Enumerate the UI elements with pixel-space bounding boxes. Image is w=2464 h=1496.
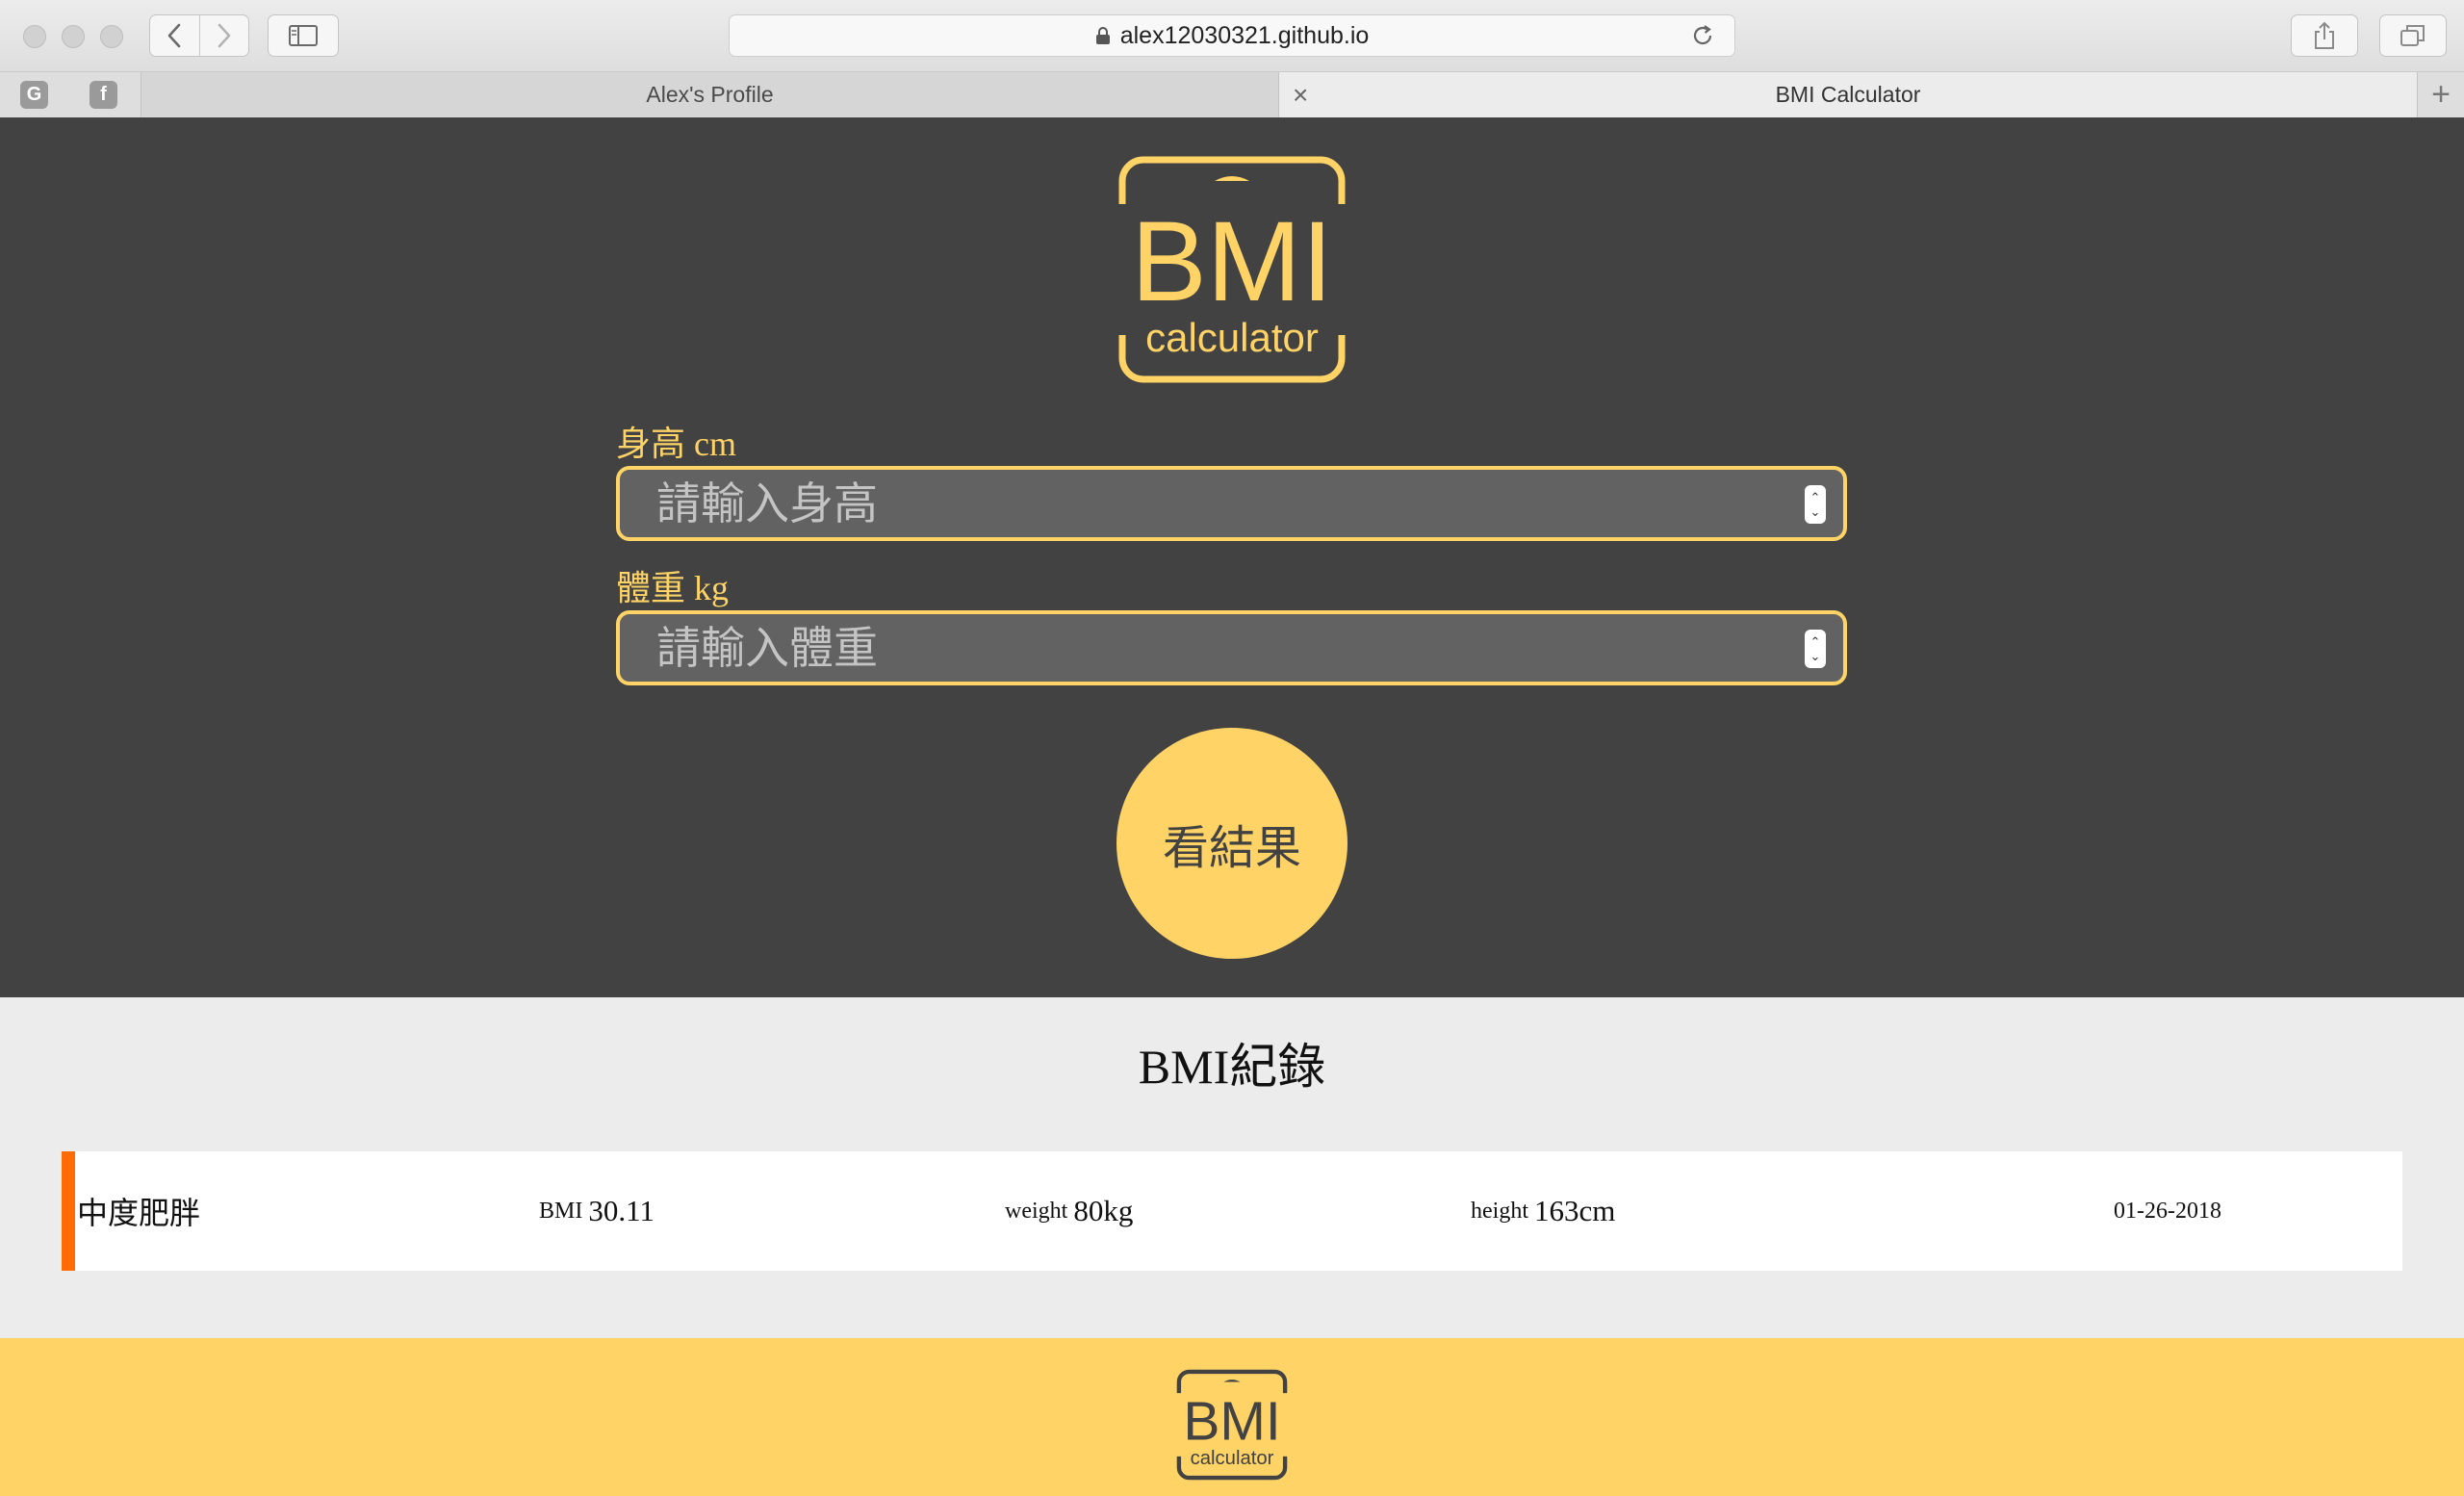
record-weight: weight 80kg xyxy=(1005,1151,1133,1271)
footer-bmi-logo: BMI calculator xyxy=(1176,1369,1288,1481)
chevron-down-icon: ⌄ xyxy=(1810,504,1821,519)
history-nav xyxy=(149,14,249,57)
record-weight-value: 80kg xyxy=(1073,1194,1134,1227)
reload-icon[interactable] xyxy=(1690,23,1715,48)
logo-sub-text: calculator xyxy=(1145,315,1319,360)
url-text: alex12030321.github.io xyxy=(1119,21,1370,49)
see-result-button[interactable]: 看結果 xyxy=(1116,728,1348,959)
close-tab-icon[interactable]: × xyxy=(1293,80,1308,111)
height-input[interactable] xyxy=(620,470,1843,537)
footer: BMI calculator xyxy=(0,1338,2464,1496)
show-tabs-button[interactable] xyxy=(2379,14,2447,57)
tab-alex-profile[interactable]: Alex's Profile xyxy=(141,72,1278,117)
height-label: 身高 cm xyxy=(616,425,736,463)
calculator-section: BMI calculator 身高 cm ⌃⌄ 體重 kg ⌃⌄ 看結果 xyxy=(0,117,2464,997)
logo-main-text: BMI xyxy=(1131,198,1333,325)
address-bar[interactable]: alex12030321.github.io xyxy=(729,14,1735,57)
record-bmi-label: BMI xyxy=(539,1198,583,1224)
record-height: height 163cm xyxy=(1471,1151,1615,1271)
record-height-value: 163cm xyxy=(1534,1194,1616,1227)
new-tab-button[interactable]: + xyxy=(2418,72,2464,117)
browser-chrome: alex12030321.github.io G f Alex's Profil… xyxy=(0,0,2464,118)
height-field: ⌃⌄ xyxy=(616,466,1847,541)
chevron-up-icon: ⌃ xyxy=(1810,634,1821,649)
footer-logo-sub-text: calculator xyxy=(1191,1448,1274,1469)
sidebar-toggle-button[interactable] xyxy=(268,14,339,57)
chevron-left-icon xyxy=(167,23,181,48)
status-color-bar xyxy=(62,1151,75,1271)
record-bmi-value: 30.11 xyxy=(588,1194,654,1227)
chevron-up-icon: ⌃ xyxy=(1810,490,1821,504)
bmi-logo: BMI calculator xyxy=(1116,156,1348,383)
weight-field: ⌃⌄ xyxy=(616,610,1847,685)
chevron-down-icon: ⌄ xyxy=(1810,649,1821,663)
weight-input[interactable] xyxy=(620,614,1843,682)
sidebar-icon xyxy=(289,25,318,46)
tabs-overview-icon xyxy=(2400,25,2425,46)
zoom-window-icon[interactable] xyxy=(100,25,123,48)
footer-logo-main-text: BMI xyxy=(1183,1390,1280,1452)
records-title: BMI紀錄 xyxy=(1138,1040,1326,1094)
record-height-label: height xyxy=(1471,1198,1528,1224)
record-row: 中度肥胖 BMI 30.11 weight 80kg height 163cm … xyxy=(62,1151,2402,1271)
tab-label: Alex's Profile xyxy=(646,82,774,107)
tab-bar: G f Alex's Profile × BMI Calculator + xyxy=(0,72,2464,117)
minimize-window-icon[interactable] xyxy=(62,25,85,48)
record-bmi: BMI 30.11 xyxy=(539,1151,654,1271)
weight-label: 體重 kg xyxy=(616,569,730,607)
back-button[interactable] xyxy=(150,15,199,56)
records-section: BMI紀錄 中度肥胖 BMI 30.11 weight 80kg height … xyxy=(0,997,2464,1338)
close-window-icon[interactable] xyxy=(23,25,46,48)
share-button[interactable] xyxy=(2291,14,2358,57)
tab-bmi-calculator[interactable]: × BMI Calculator xyxy=(1278,72,2418,117)
forward-button[interactable] xyxy=(198,15,249,56)
tab-label: BMI Calculator xyxy=(1775,82,1921,107)
facebook-icon[interactable]: f xyxy=(90,81,117,109)
google-icon[interactable]: G xyxy=(20,81,48,109)
chevron-right-icon xyxy=(218,23,231,48)
browser-toolbar: alex12030321.github.io xyxy=(0,0,2464,72)
height-stepper[interactable]: ⌃ ⌄ xyxy=(1805,485,1826,524)
record-date: 01-26-2018 xyxy=(2114,1198,2221,1224)
page-content: BMI calculator 身高 cm ⌃⌄ 體重 kg ⌃⌄ 看結果 BMI… xyxy=(0,117,2464,1496)
record-weight-label: weight xyxy=(1005,1198,1068,1224)
record-status: 中度肥胖 xyxy=(77,1196,201,1230)
lock-icon xyxy=(1095,27,1110,44)
weight-stepper[interactable]: ⌃ ⌄ xyxy=(1805,630,1826,668)
share-icon xyxy=(2315,21,2334,49)
